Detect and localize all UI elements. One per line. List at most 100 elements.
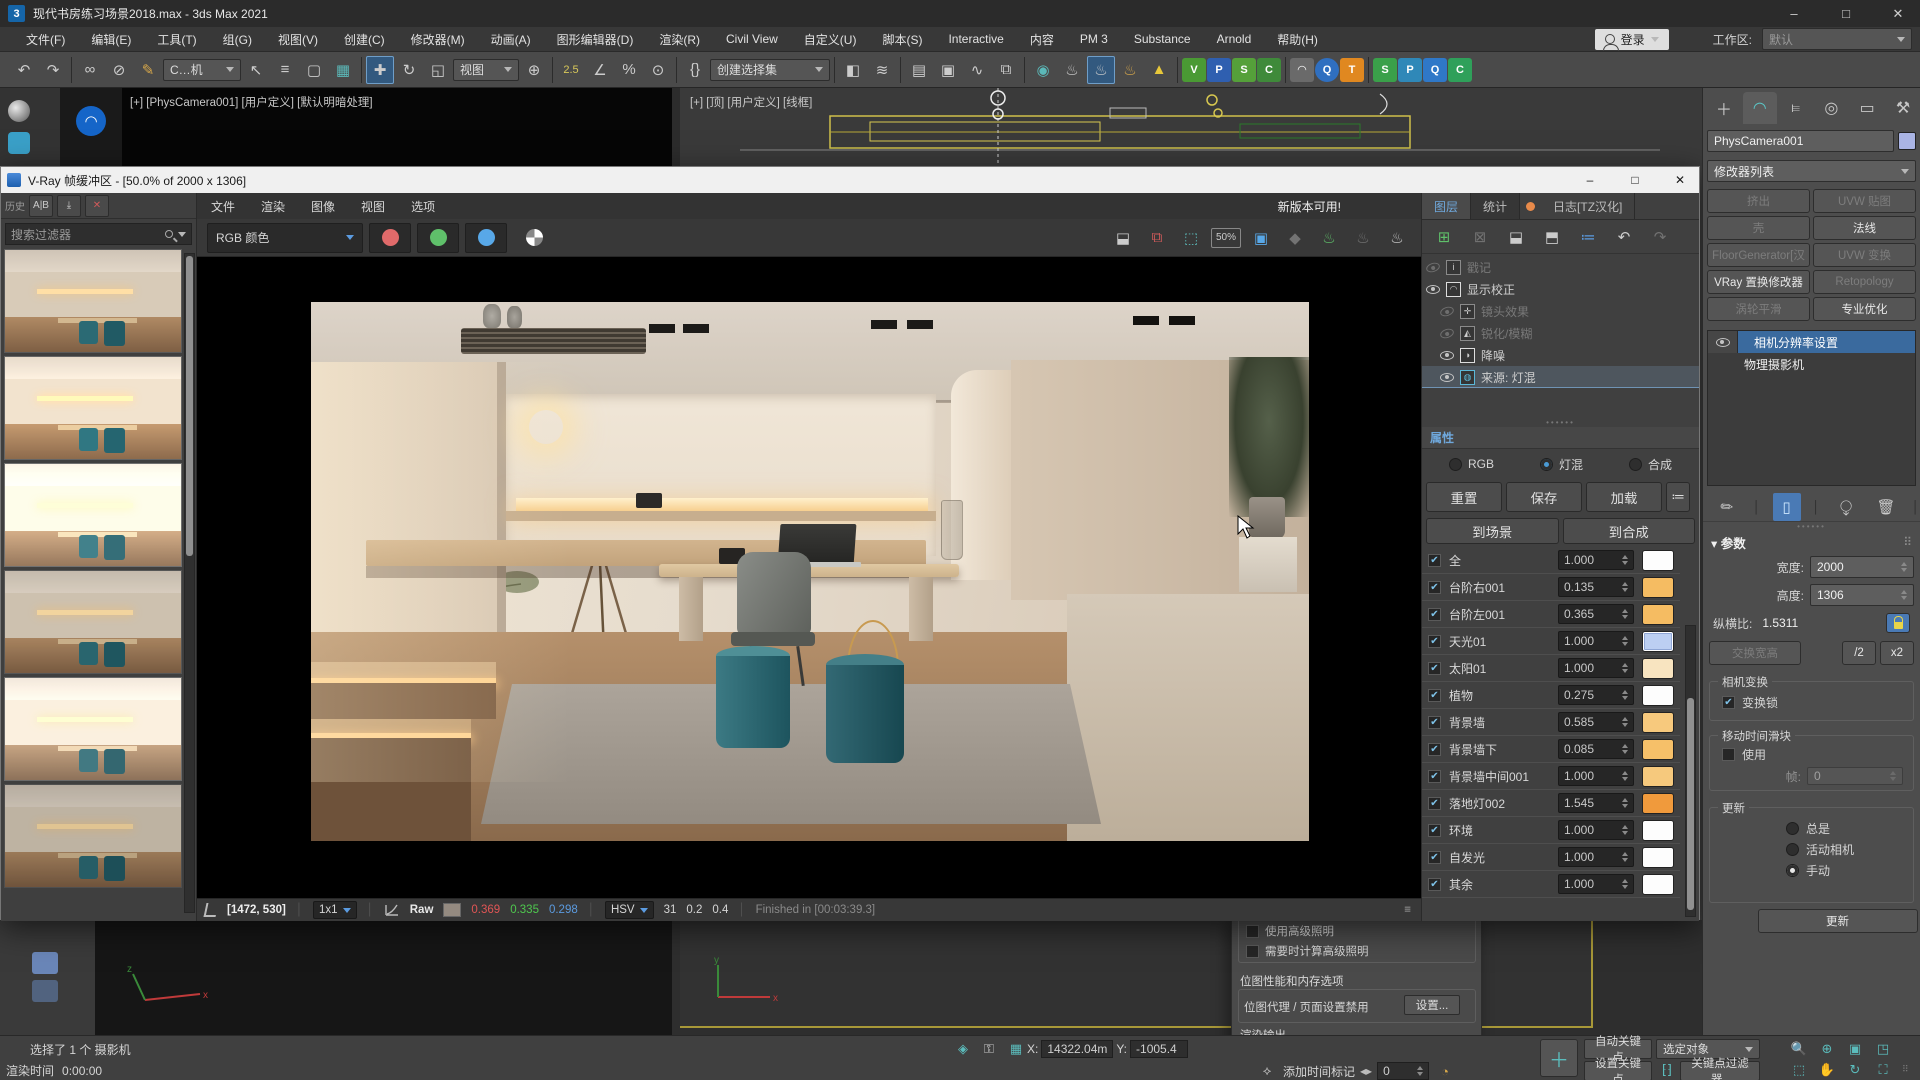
render-production-icon[interactable]: ♨ (1116, 56, 1144, 84)
menu-modifiers[interactable]: 修改器(M) (399, 27, 477, 52)
modifier-extrude-button[interactable]: 挤出 (1707, 189, 1810, 213)
edit-named-selection-icon[interactable]: {} (681, 56, 709, 84)
history-delete-icon[interactable]: ✕ (85, 195, 109, 217)
plugin-icon-4[interactable]: C (1257, 58, 1281, 82)
undo-icon[interactable]: ↶ (10, 56, 38, 84)
use-center-icon[interactable]: ⊕ (520, 56, 548, 84)
stop-render-icon[interactable]: ♨ (1349, 224, 1377, 252)
viewport-layout-icon[interactable] (8, 132, 30, 154)
rect-region-icon[interactable]: ▢ (300, 56, 328, 84)
menu-pm3[interactable]: PM 3 (1068, 28, 1120, 50)
grid-icon[interactable]: ▦ (1008, 1040, 1024, 1058)
pan-hand-icon[interactable]: ✋ (1816, 1061, 1838, 1079)
green-channel-button[interactable] (417, 223, 459, 253)
lightmix-row[interactable]: ✔落地灯0021.545 (1422, 790, 1680, 817)
schematic-view-icon[interactable]: ⧉ (992, 56, 1020, 84)
key-filters-button[interactable]: 关键点过滤器.. (1680, 1061, 1760, 1080)
modifier-vraydisp-button[interactable]: VRay 置换修改器 (1707, 270, 1810, 294)
plugin-icon-8[interactable]: S (1373, 58, 1397, 82)
resize-gripper[interactable]: ⠿ (1902, 1064, 1909, 1075)
lightmix-options-button[interactable]: ≔ (1666, 482, 1690, 512)
percent-snap-icon[interactable]: % (615, 56, 643, 84)
history-thumbnail[interactable] (4, 249, 182, 353)
camera-viewport[interactable]: [+] [PhysCamera001] [用户定义] [默认明暗处理] (122, 88, 672, 166)
stack-item-physcamera[interactable]: 物理摄影机 (1708, 353, 1915, 375)
camera-viewport-caption[interactable]: [+] [PhysCamera001] [用户定义] [默认明暗处理] (130, 94, 373, 110)
lightmix-color-swatch[interactable] (1642, 739, 1674, 760)
statusbar-menu-icon[interactable]: ≡ (1404, 904, 1421, 916)
layout-tab-icon[interactable] (32, 952, 58, 974)
ab-compare-icon[interactable]: A|B (29, 195, 53, 217)
vfb-menu-file[interactable]: 文件 (211, 198, 235, 215)
zoom-all-icon[interactable]: ⊕ (1816, 1040, 1838, 1058)
zoom-icon[interactable]: 🔍 (1788, 1040, 1810, 1058)
modifier-prooptimizer-button[interactable]: 专业优化 (1813, 297, 1916, 321)
aspect-lock-button[interactable] (1886, 613, 1910, 633)
show-end-result-icon[interactable]: ▯ (1773, 493, 1801, 521)
lightmix-color-swatch[interactable] (1642, 604, 1674, 625)
mirror-icon[interactable]: ◧ (839, 56, 867, 84)
menu-content[interactable]: 内容 (1018, 27, 1066, 52)
vfb-titlebar[interactable]: V-Ray 帧缓冲区 - [50.0% of 2000 x 1306] – □ … (1, 167, 1699, 193)
lightmix-color-swatch[interactable] (1642, 550, 1674, 571)
save-lightmix-button[interactable]: 保存 (1506, 482, 1582, 512)
modify-tab-icon[interactable]: ◠ (1743, 92, 1777, 124)
named-selection-dropdown[interactable]: 创建选择集 (710, 59, 830, 81)
tab-layers[interactable]: 图层 (1422, 193, 1471, 219)
save-layers-icon[interactable]: ⬓ (1502, 223, 1530, 251)
motion-tab-icon[interactable]: ◎ (1814, 92, 1848, 124)
material-editor-icon[interactable]: ◉ (1029, 56, 1057, 84)
fit-frame-icon[interactable]: ▣ (1247, 224, 1275, 252)
viewport-world-icon[interactable] (8, 100, 30, 122)
to-scene-button[interactable]: 到场景 (1426, 518, 1559, 544)
plugin-icon-9[interactable]: P (1398, 58, 1422, 82)
lightmix-row[interactable]: ✔全1.000 (1422, 547, 1680, 574)
lightmix-row[interactable]: ✔环境1.000 (1422, 817, 1680, 844)
update-button[interactable]: 更新 (1758, 909, 1918, 933)
utilities-tab-icon[interactable]: ⚒ (1886, 92, 1920, 124)
lightmix-value-field[interactable]: 1.000 (1558, 550, 1634, 570)
bottom-left-viewport[interactable]: x z (95, 920, 672, 1035)
plugin-icon-10[interactable]: Q (1423, 58, 1447, 82)
menu-civil-view[interactable]: Civil View (714, 28, 790, 50)
menu-animation[interactable]: 动画(A) (479, 27, 543, 52)
mode-lightmix[interactable]: 灯混 (1540, 456, 1583, 473)
layer-lens-effects[interactable]: ✛镜头效果 (1422, 300, 1699, 322)
curve-editor-icon[interactable]: ∿ (963, 56, 991, 84)
menu-graph-editors[interactable]: 图形编辑器(D) (545, 27, 646, 52)
vfb-menu-view[interactable]: 视图 (361, 198, 385, 215)
coord-reference-dropdown[interactable]: 视图 (453, 59, 519, 81)
history-thumbnail[interactable] (4, 570, 182, 674)
ribbon-toggle-icon[interactable]: ▣ (934, 56, 962, 84)
isolate-selection-icon[interactable]: ◈ (952, 1040, 974, 1058)
lightmix-checkbox[interactable]: ✔ (1428, 554, 1441, 567)
lightmix-row[interactable]: ✔背景墙中间0011.000 (1422, 763, 1680, 790)
y-coord-field[interactable]: -1005.4 (1130, 1040, 1188, 1058)
vfb-clear-icon[interactable]: ⧉ (1143, 224, 1171, 252)
modifier-floorgen-button[interactable]: FloorGenerator[汉 (1707, 243, 1810, 267)
start-render-icon[interactable]: ♨ (1383, 224, 1411, 252)
delete-layer-icon[interactable]: ⊠ (1466, 223, 1494, 251)
menu-substance[interactable]: Substance (1122, 28, 1203, 50)
remove-modifier-icon[interactable]: 🗑 (1872, 493, 1900, 521)
lightmix-color-swatch[interactable] (1642, 712, 1674, 733)
workspace-dropdown[interactable]: 默认 (1762, 28, 1912, 50)
region-render-icon[interactable]: ⬚ (1177, 224, 1205, 252)
pin-stack-icon[interactable]: ✎ (1707, 487, 1746, 526)
layer-stamp[interactable]: i戳记 (1422, 256, 1699, 278)
close-button[interactable]: ✕ (1876, 0, 1920, 27)
login-button[interactable]: 登录 (1595, 29, 1669, 50)
panel-splitter[interactable]: •••••• (1422, 418, 1699, 427)
object-color-swatch[interactable] (1898, 132, 1916, 150)
object-name-field[interactable]: PhysCamera001 (1707, 130, 1894, 152)
render-last-icon[interactable]: ♨ (1315, 224, 1343, 252)
unlink-icon[interactable]: ⊘ (105, 56, 133, 84)
modifier-uvwmap-button[interactable]: UVW 贴图 (1813, 189, 1916, 213)
width-field[interactable]: 2000 (1810, 556, 1914, 578)
bind-spacewarp-icon[interactable]: ✎ (134, 56, 162, 84)
frame-number-field[interactable]: 0 (1377, 1062, 1429, 1080)
history-thumbnail[interactable] (4, 463, 182, 567)
update-active-cam-radio[interactable]: 活动相机 (1710, 837, 1913, 858)
menu-views[interactable]: 视图(V) (266, 27, 330, 52)
adv-lighting-checkbox[interactable] (1246, 925, 1259, 938)
